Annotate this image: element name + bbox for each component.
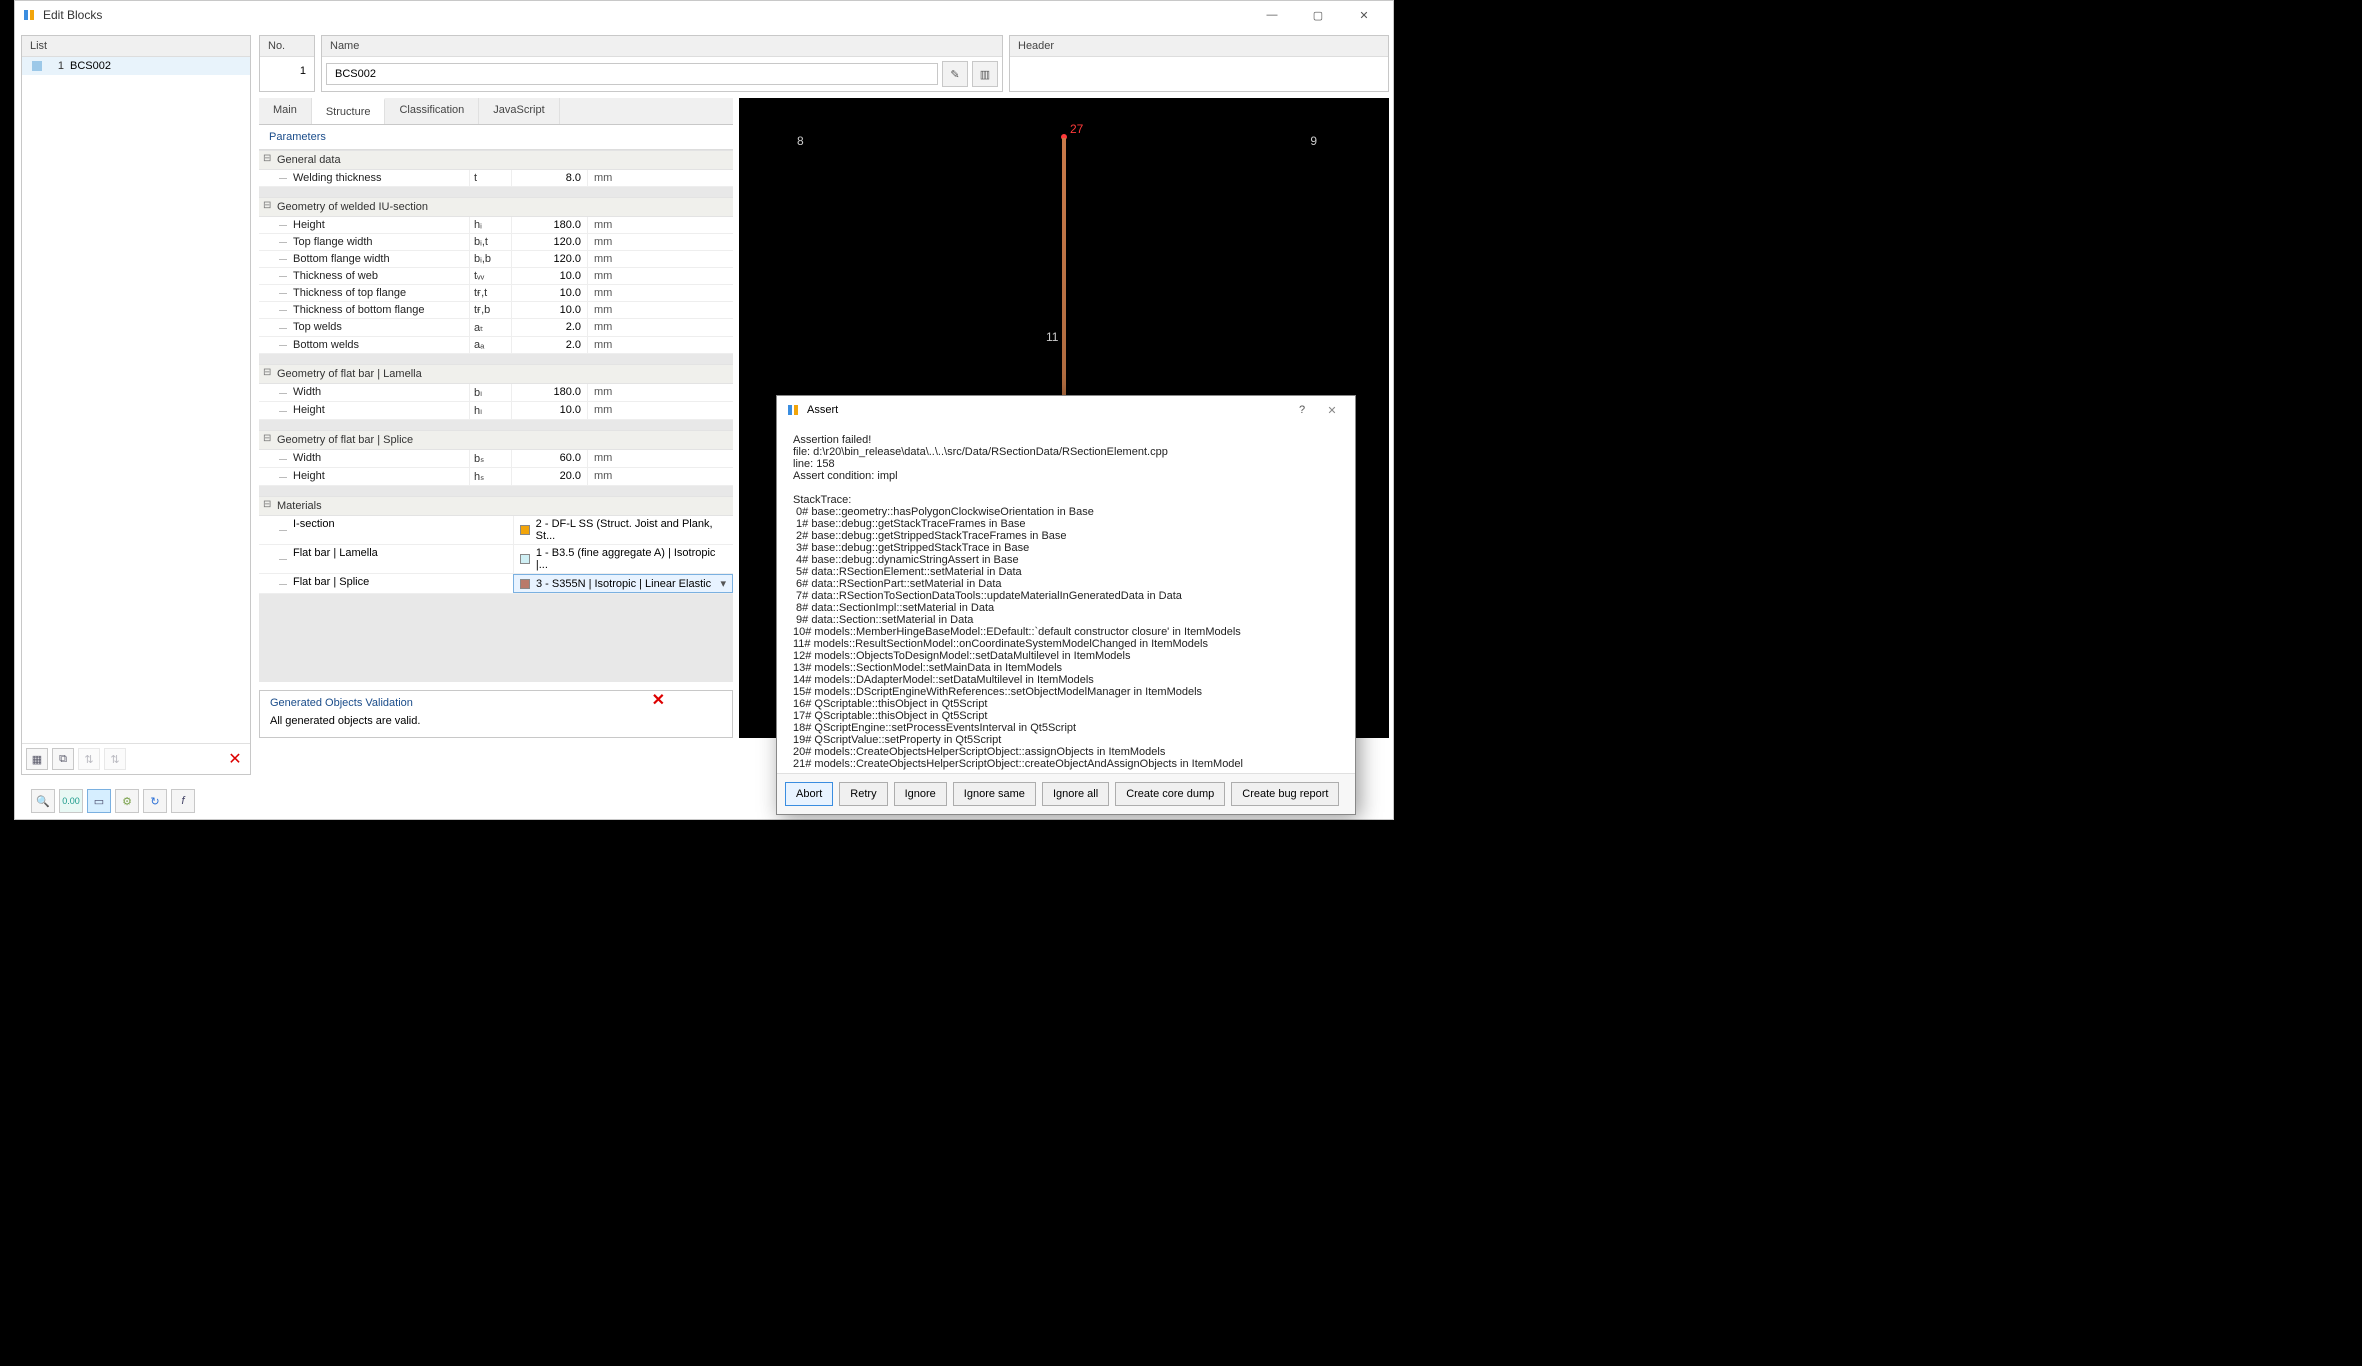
bottom-toolbar: 🔍 0.00 ▭ ⚙ ↻ f — [31, 789, 195, 813]
param-row[interactable]: Thickness of bottom flangetғ,b10.0mm — [259, 302, 733, 319]
preview-label-27: 27 — [1070, 122, 1083, 136]
param-row[interactable]: Heighthₛ20.0mm — [259, 468, 733, 486]
preview-label-11: 11 — [1046, 330, 1058, 344]
param-row[interactable]: Widthbₛ60.0mm — [259, 450, 733, 468]
material-row[interactable]: I-section2 - DF-L SS (Struct. Joist and … — [259, 516, 733, 545]
tabstrip: Main Structure Classification JavaScript — [259, 98, 733, 125]
name-header: Name — [322, 36, 1002, 57]
move-down-button[interactable]: ⇅ — [104, 748, 126, 770]
list-item-name: BCS002 — [70, 60, 111, 72]
header-panel: Header — [1009, 35, 1389, 92]
new-block-button[interactable]: ▦ — [26, 748, 48, 770]
chevron-down-icon[interactable]: ▾ — [720, 577, 726, 590]
delete-block-button[interactable]: ✕ — [224, 748, 246, 770]
param-row[interactable]: Widthbₗ180.0mm — [259, 384, 733, 402]
group-splice[interactable]: Geometry of flat bar | Splice — [259, 430, 733, 450]
parameters-panel: Parameters General data Welding thicknes… — [259, 125, 733, 682]
assert-dialog: Assert ? ✕ Assertion failed! file: d:\r2… — [776, 395, 1356, 815]
no-panel: No. 1 — [259, 35, 315, 92]
titlebar[interactable]: Edit Blocks ― ▢ ✕ — [15, 1, 1393, 29]
material-row[interactable]: Flat bar | Splice3 - S355N | Isotropic |… — [259, 574, 733, 594]
param-row[interactable]: Bottom flange widthbᵢ,b120.0mm — [259, 251, 733, 268]
help-button[interactable]: ? — [1287, 404, 1317, 417]
app-icon — [21, 7, 37, 23]
material-row[interactable]: Flat bar | Lamella1 - B3.5 (fine aggrega… — [259, 545, 733, 574]
app-icon — [785, 402, 801, 418]
param-row[interactable]: Top weldsaₜ2.0mm — [259, 319, 733, 337]
param-row[interactable]: Top flange widthbᵢ,t120.0mm — [259, 234, 733, 251]
param-row[interactable]: Heighthₗ10.0mm — [259, 402, 733, 420]
close-button[interactable]: ✕ — [1341, 1, 1387, 29]
move-up-button[interactable]: ⇅ — [78, 748, 100, 770]
assert-titlebar[interactable]: Assert ? ✕ — [777, 396, 1355, 424]
close-icon[interactable]: ✕ — [652, 690, 665, 710]
search-icon[interactable]: 🔍 — [31, 789, 55, 813]
blocks-list-panel: List 1 BCS002 ▦ ⧉ ⇅ ⇅ ✕ — [21, 35, 251, 775]
core-dump-button[interactable]: Create core dump — [1115, 782, 1225, 806]
group-iu[interactable]: Geometry of welded IU-section — [259, 197, 733, 217]
name-input[interactable]: BCS002 — [326, 63, 938, 85]
group-general[interactable]: General data — [259, 150, 733, 170]
group-lamella[interactable]: Geometry of flat bar | Lamella — [259, 364, 733, 384]
param-row[interactable]: Thickness of webtᵥᵥ10.0mm — [259, 268, 733, 285]
param-row[interactable]: Bottom weldsaₐ2.0mm — [259, 337, 733, 354]
tab-javascript[interactable]: JavaScript — [479, 98, 559, 124]
color-swatch — [520, 525, 530, 535]
tab-main[interactable]: Main — [259, 98, 312, 124]
param-row[interactable]: Thickness of top flangetғ,t10.0mm — [259, 285, 733, 302]
edit-name-button[interactable]: ✎ — [942, 61, 968, 87]
bug-report-button[interactable]: Create bug report — [1231, 782, 1339, 806]
assert-button-bar: Abort Retry Ignore Ignore same Ignore al… — [777, 773, 1355, 814]
color-swatch — [520, 554, 530, 564]
preview-label-8: 8 — [797, 134, 804, 148]
color-swatch — [520, 579, 530, 589]
header-panel-title: Header — [1010, 36, 1388, 57]
maximize-button[interactable]: ▢ — [1295, 1, 1341, 29]
ignore-all-button[interactable]: Ignore all — [1042, 782, 1109, 806]
tab-structure[interactable]: Structure — [312, 98, 386, 124]
assert-body[interactable]: Assertion failed! file: d:\r20\bin_relea… — [777, 424, 1355, 773]
param-row[interactable]: Heighthᵢ180.0mm — [259, 217, 733, 234]
validation-message: All generated objects are valid. — [260, 715, 732, 737]
group-materials[interactable]: Materials — [259, 496, 733, 516]
function-button[interactable]: f — [171, 789, 195, 813]
list-item-num: 1 — [48, 60, 64, 72]
tab-classification[interactable]: Classification — [385, 98, 479, 124]
param-row[interactable]: Welding thickness t 8.0 mm — [259, 170, 733, 187]
name-panel: Name BCS002 ✎ ▥ — [321, 35, 1003, 92]
minimize-button[interactable]: ― — [1249, 1, 1295, 29]
parameters-title: Parameters — [259, 125, 733, 150]
ignore-button[interactable]: Ignore — [894, 782, 947, 806]
list-header: List — [22, 36, 250, 57]
view-box-button[interactable]: ▭ — [87, 789, 111, 813]
no-value: 1 — [260, 57, 314, 85]
rotate-button[interactable]: ↻ — [143, 789, 167, 813]
library-button[interactable]: ▥ — [972, 61, 998, 87]
assert-close-button[interactable]: ✕ — [1317, 404, 1347, 417]
precision-button[interactable]: 0.00 — [59, 789, 83, 813]
retry-button[interactable]: Retry — [839, 782, 887, 806]
block-icon — [32, 61, 42, 71]
abort-button[interactable]: Abort — [785, 782, 833, 806]
no-header: No. — [260, 36, 314, 57]
assert-title: Assert — [807, 404, 838, 416]
list-item[interactable]: 1 BCS002 — [22, 57, 250, 75]
copy-block-button[interactable]: ⧉ — [52, 748, 74, 770]
preview-label-9: 9 — [1310, 134, 1317, 148]
window-title: Edit Blocks — [43, 8, 102, 22]
ignore-same-button[interactable]: Ignore same — [953, 782, 1036, 806]
tree-button[interactable]: ⚙ — [115, 789, 139, 813]
